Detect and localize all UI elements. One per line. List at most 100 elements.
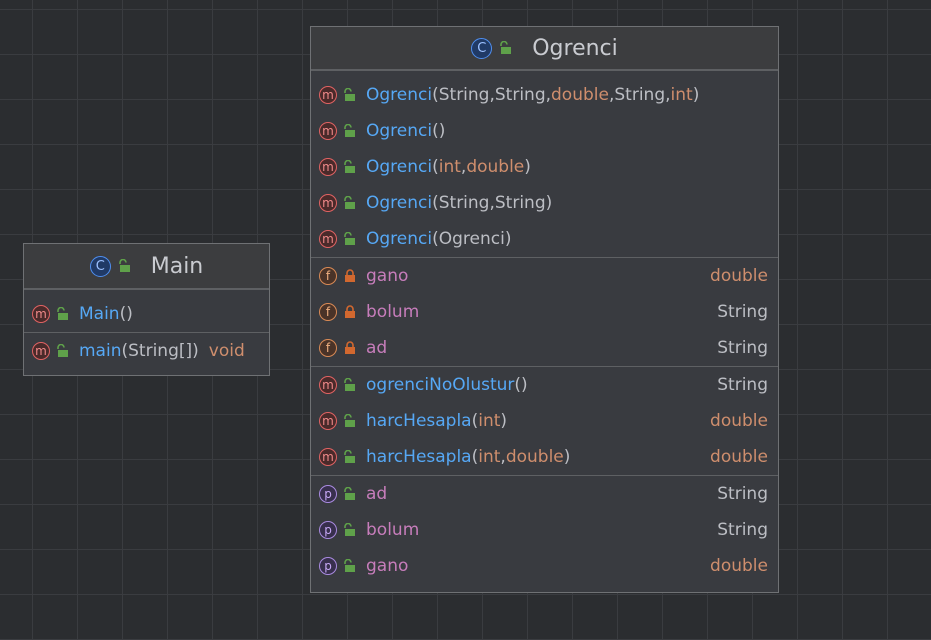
member-section: m Main(): [24, 296, 269, 333]
return-type: String: [717, 520, 768, 540]
member-section: p ad String p bolum String p gano double: [311, 476, 778, 584]
property-icon: p: [319, 521, 337, 539]
method-row[interactable]: m harcHesapla(int, double) double: [311, 439, 778, 475]
method-row[interactable]: m Ogrenci(int, double): [311, 149, 778, 185]
paren-open: (: [471, 447, 479, 467]
return-type: double: [710, 411, 768, 431]
method-row[interactable]: m Main(): [24, 296, 269, 332]
property-icon: p: [319, 557, 337, 575]
param-type: String: [494, 85, 546, 105]
return-type: String: [717, 302, 768, 322]
property-row[interactable]: p ad String: [311, 476, 778, 512]
method-icon: m: [32, 305, 50, 323]
return-type: void: [208, 341, 245, 361]
class-header: C Main: [24, 244, 269, 290]
param-type: String: [494, 193, 546, 213]
public-lock-icon: [344, 124, 355, 137]
member-section: m Ogrenci(String, String, double, String,…: [311, 77, 778, 258]
member-section: m ogrenciNoOlustur() String m harcHesapla(in…: [311, 367, 778, 476]
paren-close: ): [521, 375, 528, 395]
paren-close: ): [126, 304, 133, 324]
public-lock-icon: [344, 414, 355, 427]
member-name: Ogrenci: [366, 157, 433, 177]
paren-close: ): [563, 447, 571, 467]
member-name: gano: [366, 556, 409, 576]
property-row[interactable]: p gano double: [311, 548, 778, 584]
member-name: harcHesapla: [366, 411, 472, 431]
class-node-main[interactable]: C Main m Main() m main(String[]) void: [23, 243, 270, 376]
public-lock-icon: [344, 160, 355, 173]
public-lock-icon: [500, 41, 512, 54]
public-lock-icon: [344, 523, 355, 536]
field-icon: f: [319, 339, 337, 357]
method-icon: m: [319, 230, 337, 248]
member-name: ad: [366, 338, 388, 358]
method-icon: m: [32, 342, 50, 360]
member-section: m main(String[]) void: [24, 333, 269, 369]
paren-close: ): [504, 229, 512, 249]
property-icon: p: [319, 485, 337, 503]
member-name: Ogrenci: [366, 193, 433, 213]
member-name: main: [79, 341, 122, 361]
method-row[interactable]: m Ogrenci(String, String, double, String,…: [311, 77, 778, 113]
class-icon: C: [471, 37, 493, 59]
param-type: int: [670, 85, 693, 105]
return-type: String: [717, 484, 768, 504]
param-type: int: [478, 447, 501, 467]
param-type: String: [438, 193, 490, 213]
param-type: String: [614, 85, 666, 105]
method-row[interactable]: m harcHesapla(int) double: [311, 403, 778, 439]
paren-open: (: [121, 341, 129, 361]
param-type: double: [551, 85, 609, 105]
method-icon: m: [319, 376, 337, 394]
paren-open: (: [514, 375, 522, 395]
param-type: int: [478, 411, 501, 431]
return-type: String: [717, 338, 768, 358]
method-icon: m: [319, 448, 337, 466]
public-lock-icon: [344, 559, 355, 572]
class-header: C Ogrenci: [311, 27, 778, 71]
field-row[interactable]: f gano double: [311, 258, 778, 294]
public-lock-icon: [344, 196, 355, 209]
member-name: Ogrenci: [366, 229, 433, 249]
param-type: double: [505, 447, 564, 467]
property-row[interactable]: p bolum String: [311, 512, 778, 548]
param-type: String[]: [128, 341, 193, 361]
method-row[interactable]: m Ogrenci(Ogrenci): [311, 221, 778, 257]
method-icon: m: [319, 412, 337, 430]
method-row[interactable]: m main(String[]) void: [24, 333, 269, 369]
method-icon: m: [319, 194, 337, 212]
paren-close: ): [524, 157, 531, 177]
method-row[interactable]: m ogrenciNoOlustur() String: [311, 367, 778, 403]
return-type: double: [710, 556, 768, 576]
member-name: ogrenciNoOlustur: [366, 375, 515, 395]
public-lock-icon: [344, 487, 355, 500]
paren-close: ): [500, 411, 508, 431]
member-name: harcHesapla: [366, 447, 472, 467]
member-name: Ogrenci: [366, 85, 433, 105]
paren-close: ): [692, 85, 700, 105]
paren-open: (: [432, 193, 439, 213]
method-row[interactable]: m Ogrenci(String, String): [311, 185, 778, 221]
paren-open: (: [119, 304, 127, 324]
member-name: Ogrenci: [366, 121, 433, 141]
paren-open: (: [432, 229, 439, 249]
return-type: double: [710, 447, 768, 467]
paren-close: ): [192, 341, 199, 361]
member-section: f gano double f bolum String f ad String: [311, 258, 778, 367]
private-lock-icon: [345, 341, 355, 354]
field-row[interactable]: f ad String: [311, 330, 778, 366]
param-type: String: [438, 85, 490, 105]
paren-open: (: [432, 121, 439, 141]
method-icon: m: [319, 158, 337, 176]
class-node-ogrenci[interactable]: C Ogrenci m Ogrenci(String, String, doubl…: [310, 26, 779, 593]
member-name: ad: [366, 484, 388, 504]
method-row[interactable]: m Ogrenci(): [311, 113, 778, 149]
paren-close: ): [545, 193, 553, 213]
class-title: Main: [150, 253, 204, 279]
param-type: int: [438, 157, 461, 177]
field-row[interactable]: f bolum String: [311, 294, 778, 330]
private-lock-icon: [345, 269, 355, 282]
public-lock-icon: [118, 259, 130, 272]
paren-close: ): [438, 121, 446, 141]
